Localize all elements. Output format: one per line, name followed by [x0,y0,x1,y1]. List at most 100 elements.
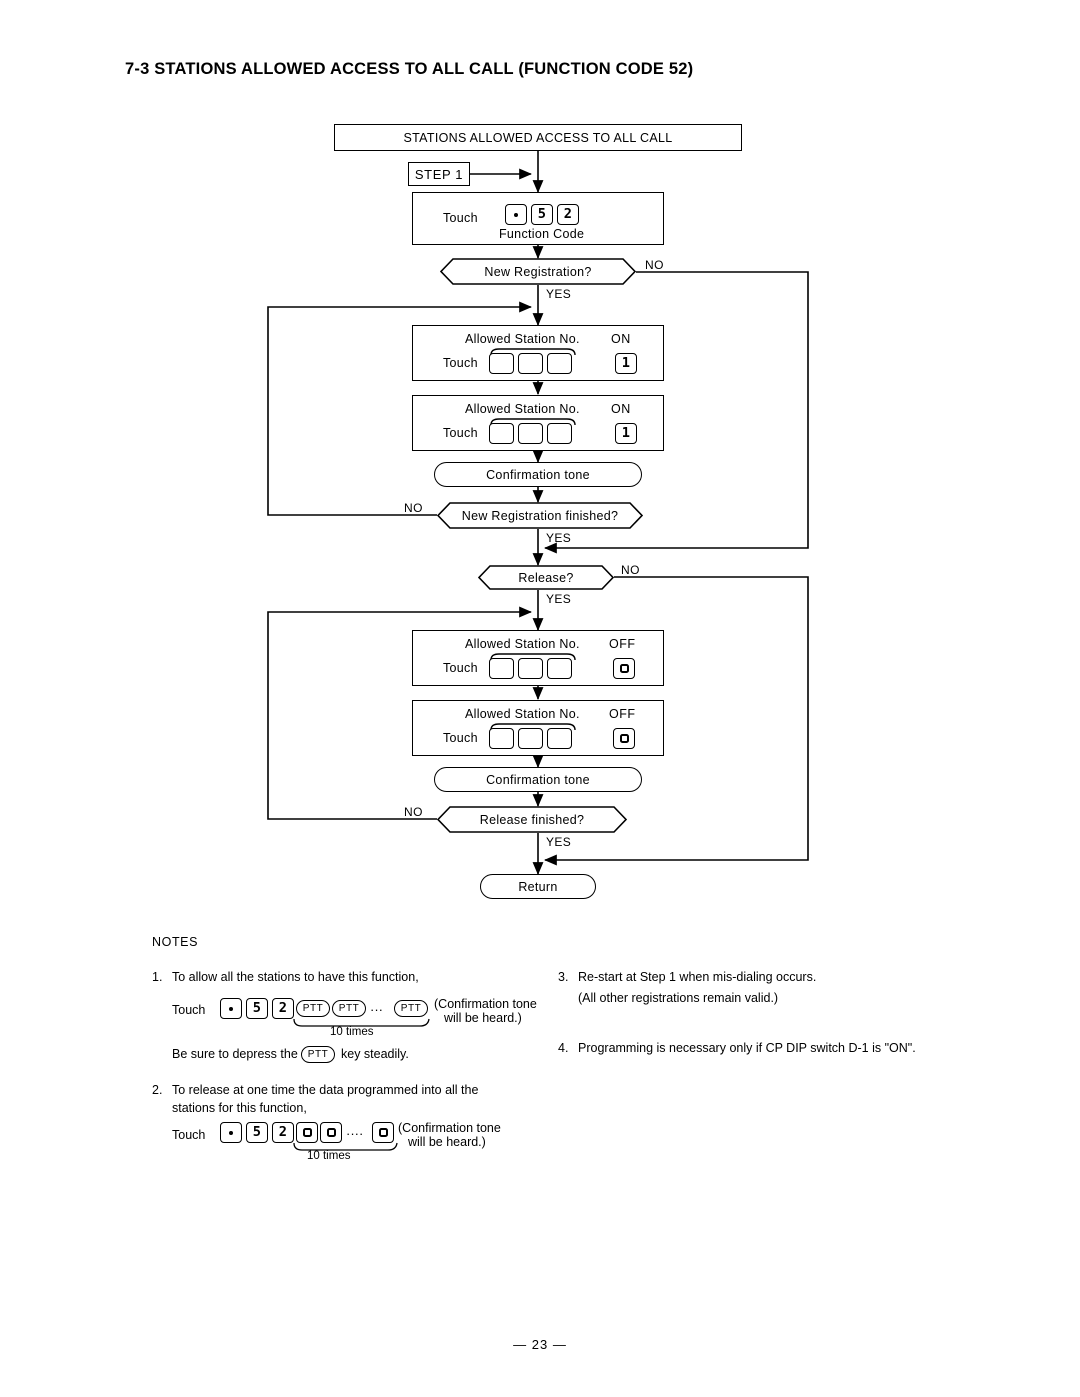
note-1-number: 1. [152,970,163,984]
state-label-off: OFF [609,637,636,651]
confirmation-tone-2: Confirmation tone [434,767,642,792]
page-title: 7-3 STATIONS ALLOWED ACCESS TO ALL CALL … [125,60,694,78]
note-2-zero-key-2[interactable] [320,1122,342,1143]
key-off-1[interactable] [613,658,635,679]
note-1-paren-line2: will be heard.) [444,1011,522,1025]
station-digit-key-1[interactable] [489,353,514,374]
zero-glyph [378,1128,388,1137]
note-2-ellipsis: ···· [346,1126,364,1141]
allowed-station-off-box-2: Allowed Station No. OFF Touch [412,700,664,756]
note-2-key-dot[interactable] [220,1122,242,1143]
note-2-zero-key-3[interactable] [372,1122,394,1143]
key-on-1[interactable]: 1 [615,353,637,374]
page-number: — 23 — [513,1337,567,1352]
note-2-number: 2. [152,1083,163,1097]
zero-glyph [619,734,629,743]
note-2-zero-key-1[interactable] [296,1122,318,1143]
note-2-key-2[interactable]: 2 [272,1122,294,1143]
note-1-footer-post: key steadily. [341,1047,409,1061]
key-5[interactable]: 5 [531,204,553,225]
decision-label: Release finished? [479,812,585,827]
decision-release-finished: Release finished? [437,806,627,833]
station-digit-key-2[interactable] [518,353,543,374]
branch-label-no-2: NO [404,501,423,515]
station-digit-key-1[interactable] [489,658,514,679]
return-terminator: Return [480,874,596,899]
note-1-ellipsis: ··· [370,1002,383,1017]
station-digit-key-3[interactable] [547,423,572,444]
decision-label: Release? [518,570,574,585]
dot-glyph [229,1006,233,1011]
station-digit-key-1[interactable] [489,423,514,444]
step-1-box: STEP 1 [408,162,470,186]
allowed-station-caption: Allowed Station No. [465,332,580,346]
key-on-2[interactable]: 1 [615,423,637,444]
note-3-text-line1: Re-start at Step 1 when mis-dialing occu… [578,970,817,984]
flowchart-title-box: STATIONS ALLOWED ACCESS TO ALL CALL [334,124,742,151]
branch-label-no-1: NO [645,258,664,272]
note-2-touch-label: Touch [172,1128,206,1142]
note-4-text-line1: Programming is necessary only if CP DIP … [578,1041,916,1055]
note-3-text-line2: (All other registrations remain valid.) [578,991,779,1005]
decision-release: Release? [478,565,614,590]
station-digit-key-2[interactable] [518,423,543,444]
note-1-key-2[interactable]: 2 [272,998,294,1019]
key-2[interactable]: 2 [557,204,579,225]
state-label-on: ON [611,332,631,346]
key-off-2[interactable] [613,728,635,749]
state-label-on: ON [611,402,631,416]
dot-glyph [229,1130,233,1135]
function-code-caption: Function Code [499,227,585,241]
note-1-footer-ptt-key[interactable]: PTT [301,1046,335,1063]
allowed-station-off-box-1: Allowed Station No. OFF Touch [412,630,664,686]
touch-label: Touch [443,661,478,675]
allowed-station-caption: Allowed Station No. [465,637,580,651]
station-digit-key-3[interactable] [547,353,572,374]
branch-label-yes-1: YES [546,287,572,301]
allowed-station-on-box-2: Allowed Station No. ON Touch 1 [412,395,664,451]
branch-label-yes-3: YES [546,592,572,606]
note-2-paren-line2: will be heard.) [408,1135,486,1149]
branch-label-no-3: NO [621,563,640,577]
note-1-key-dot[interactable] [220,998,242,1019]
zero-glyph [302,1128,312,1137]
decision-new-registration: New Registration? [440,258,636,285]
branch-label-yes-2: YES [546,531,572,545]
note-2-text-line2: stations for this function, [172,1101,307,1115]
note-3-number: 3. [558,970,569,984]
confirmation-tone-1: Confirmation tone [434,462,642,487]
station-digit-key-2[interactable] [518,658,543,679]
dot-glyph [514,212,518,217]
note-1-ptt-key-2[interactable]: PTT [332,1000,366,1017]
station-digit-key-1[interactable] [489,728,514,749]
zero-glyph [326,1128,336,1137]
decision-label: New Registration? [484,264,592,279]
key-dot[interactable] [505,204,527,225]
note-1-key-5[interactable]: 5 [246,998,268,1019]
note-1-ptt-key-3[interactable]: PTT [394,1000,428,1017]
function-code-box: Touch 5 2 Function Code [412,192,664,245]
allowed-station-on-box-1: Allowed Station No. ON Touch 1 [412,325,664,381]
note-1-footer-pre: Be sure to depress the [172,1047,298,1061]
station-digit-key-3[interactable] [547,728,572,749]
note-2-times-label: 10 times [307,1150,351,1162]
allowed-station-caption: Allowed Station No. [465,707,580,721]
touch-label: Touch [443,426,478,440]
touch-label: Touch [443,731,478,745]
note-2-key-5[interactable]: 5 [246,1122,268,1143]
note-1-times-label: 10 times [330,1026,374,1038]
decision-label: New Registration finished? [461,508,619,523]
decision-new-registration-finished: New Registration finished? [437,502,643,529]
note-4-number: 4. [558,1041,569,1055]
document-page: 7-3 STATIONS ALLOWED ACCESS TO ALL CALL … [0,0,1080,1397]
station-digit-key-3[interactable] [547,658,572,679]
branch-label-no-4: NO [404,805,423,819]
branch-label-yes-4: YES [546,835,572,849]
station-digit-key-2[interactable] [518,728,543,749]
note-1-text: To allow all the stations to have this f… [172,970,419,984]
note-1-ptt-key-1[interactable]: PTT [296,1000,330,1017]
notes-heading: NOTES [152,935,199,949]
zero-glyph [619,664,629,673]
touch-label: Touch [443,211,478,225]
touch-label: Touch [443,356,478,370]
